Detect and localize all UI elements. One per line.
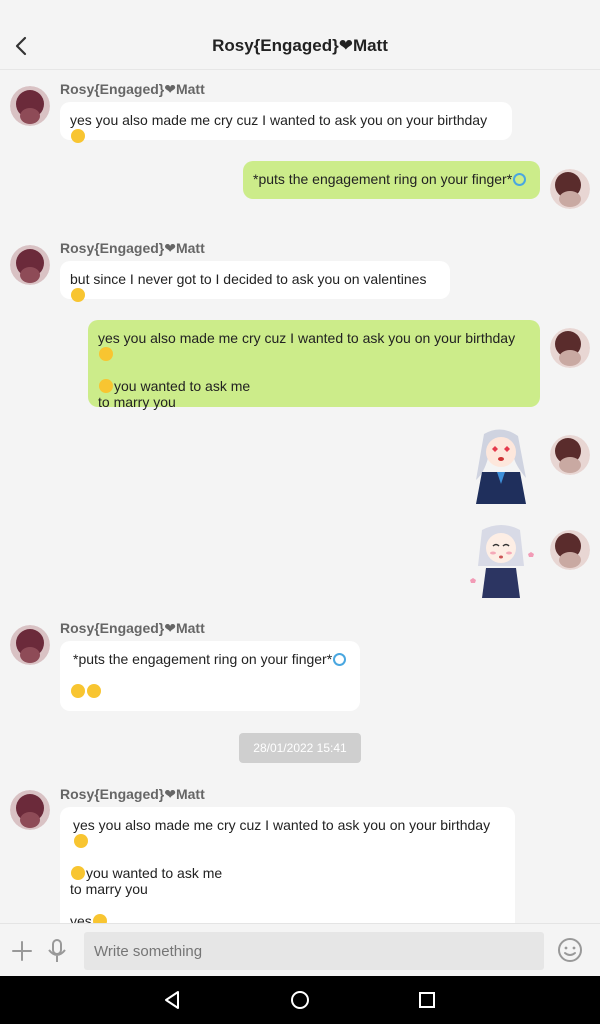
avatar[interactable] <box>10 790 50 830</box>
emoji-icon <box>99 379 113 393</box>
message-bubble[interactable]: but since I never got to I decided to as… <box>60 261 450 302</box>
message-input[interactable] <box>84 932 544 970</box>
avatar[interactable] <box>550 530 590 570</box>
plus-icon[interactable] <box>11 940 33 962</box>
avatar[interactable] <box>10 86 50 126</box>
message-text: *puts the engagement ring on your finger… <box>70 651 350 667</box>
avatar[interactable] <box>550 169 590 209</box>
recents-square-icon[interactable] <box>418 991 436 1009</box>
anime-girl-heart-eyes-sticker[interactable] <box>466 428 536 504</box>
emoji-icon <box>71 129 85 143</box>
avatar[interactable] <box>550 435 590 475</box>
sender-name: Rosy{Engaged}❤Matt <box>60 786 205 802</box>
message-line: yes <box>70 913 92 923</box>
microphone-icon[interactable] <box>46 938 68 964</box>
message-text: to marry you <box>98 394 176 410</box>
back-triangle-icon[interactable] <box>162 990 182 1010</box>
message-list[interactable]: Rosy{Engaged}❤Matt yes you also made me … <box>0 70 600 923</box>
message-line: yes you also made me cry cuz I wanted to… <box>73 817 491 833</box>
message-line: you wanted to ask me <box>114 378 251 394</box>
ring-emoji-icon <box>333 653 347 666</box>
chat-header: Rosy{Engaged}❤Matt <box>0 0 600 70</box>
message-text: yes you also made me cry cuz I wanted to… <box>70 817 505 849</box>
emoji-icon <box>71 866 85 880</box>
avatar[interactable] <box>10 625 50 665</box>
message-bubble[interactable]: yes you also made me cry cuz I wanted to… <box>60 102 512 143</box>
composer-bar <box>0 923 600 977</box>
sender-name: Rosy{Engaged}❤Matt <box>60 620 205 636</box>
emoji-icon <box>71 684 85 698</box>
message-bubble[interactable]: *puts the engagement ring on your finger… <box>243 161 540 199</box>
message-line: you wanted to ask me <box>86 865 223 881</box>
home-circle-icon[interactable] <box>290 990 310 1010</box>
message-line: *puts the engagement ring on your finger… <box>73 651 333 667</box>
message-text: you wanted to ask me <box>98 378 530 394</box>
message-line: yes you also made me cry cuz I wanted to… <box>98 330 516 346</box>
smiley-icon[interactable] <box>557 937 583 963</box>
message-bubble[interactable]: *puts the engagement ring on your finger… <box>60 641 360 711</box>
emoji-icon <box>74 834 88 848</box>
emoji-icon <box>92 914 107 923</box>
avatar[interactable] <box>550 328 590 368</box>
ring-emoji-icon <box>513 173 527 186</box>
message-text: to marry you <box>70 881 148 897</box>
message-text: *puts the engagement ring on your finger… <box>253 171 513 187</box>
emoji-icon <box>71 288 85 302</box>
system-navigation-bar <box>0 976 600 1024</box>
message-bubble[interactable]: yes you also made me cry cuz I wanted to… <box>88 320 540 410</box>
emoji-icon <box>99 347 113 361</box>
message-text: yes you also made me cry cuz I wanted to… <box>98 330 530 362</box>
anime-girl-blush-sticker[interactable] <box>466 522 536 598</box>
message-bubble[interactable]: yes you also made me cry cuz I wanted to… <box>60 807 515 923</box>
message-text: but since I never got to I decided to as… <box>70 271 427 287</box>
message-text: yes <box>70 913 505 923</box>
timestamp-badge: 28/01/2022 15:41 <box>239 733 361 763</box>
message-text: yes you also made me cry cuz I wanted to… <box>70 112 488 128</box>
emoji-row <box>70 683 350 699</box>
sender-name: Rosy{Engaged}❤Matt <box>60 240 205 256</box>
emoji-icon <box>87 684 101 698</box>
chat-title: Rosy{Engaged}❤Matt <box>212 36 388 55</box>
avatar[interactable] <box>10 245 50 285</box>
message-text: you wanted to ask me <box>70 865 505 881</box>
sender-name: Rosy{Engaged}❤Matt <box>60 81 205 97</box>
